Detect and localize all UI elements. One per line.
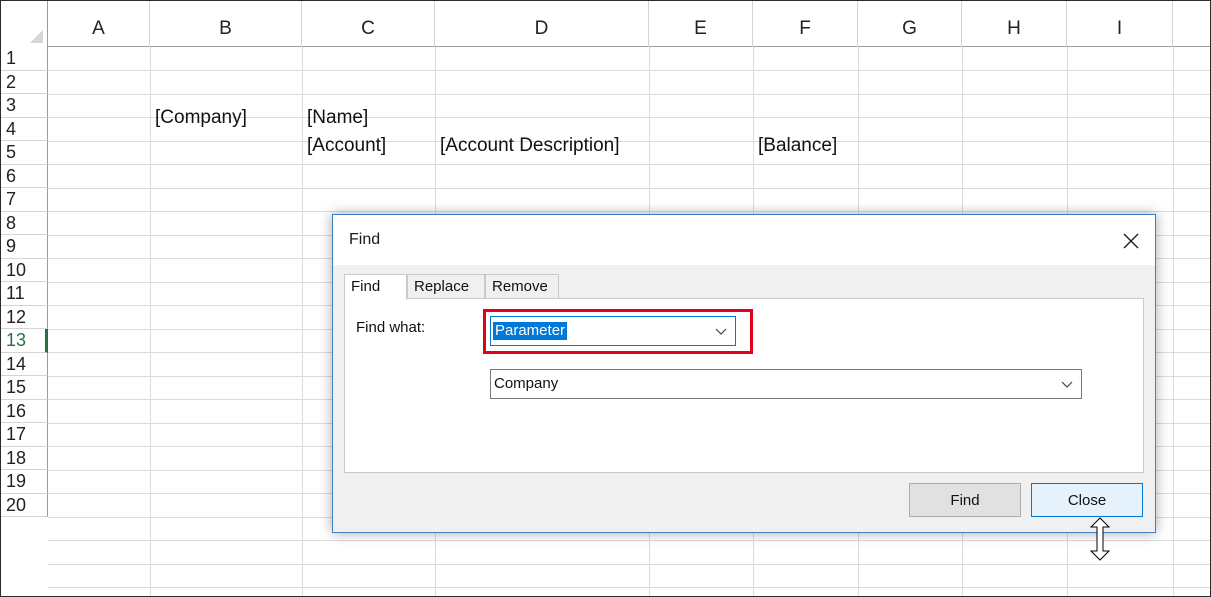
tab-remove[interactable]: Remove (485, 274, 559, 298)
column-header-partial (1173, 1, 1210, 47)
row-header-15[interactable]: 15 (1, 376, 48, 400)
find-dialog[interactable]: Find Find Replace Remove Find what: Para… (332, 214, 1156, 533)
row-header-8[interactable]: 8 (1, 211, 48, 235)
close-button[interactable]: Close (1031, 483, 1143, 517)
column-header-a[interactable]: A (48, 1, 150, 47)
row-header-9[interactable]: 9 (1, 235, 48, 259)
chevron-down-icon[interactable] (1061, 378, 1073, 390)
row-header-10[interactable]: 10 (1, 258, 48, 282)
find-button[interactable]: Find (909, 483, 1021, 517)
row-header-12[interactable]: 12 (1, 305, 48, 329)
cell-c3[interactable]: [Name] (307, 106, 368, 129)
tab-find[interactable]: Find (344, 274, 407, 300)
column-header-b[interactable]: B (150, 1, 302, 47)
chevron-down-icon[interactable] (715, 325, 727, 337)
grid-line (1173, 47, 1174, 596)
row-header-2[interactable]: 2 (1, 70, 48, 94)
grid-line (48, 540, 1210, 541)
column-header-e[interactable]: E (649, 1, 753, 47)
row-header-14[interactable]: 14 (1, 352, 48, 376)
row-header-17[interactable]: 17 (1, 423, 48, 447)
row-header-11[interactable]: 11 (1, 282, 48, 306)
find-tab-panel: Find what: Parameter Company (344, 298, 1144, 473)
grid-line (48, 587, 1210, 588)
dialog-titlebar[interactable]: Find (333, 215, 1155, 265)
grid-line (302, 47, 303, 596)
column-header-row: A B C D E F G H I (1, 1, 1210, 47)
grid-line (48, 563, 1210, 565)
parameter-dropdown[interactable]: Company (490, 369, 1082, 399)
row-header-4[interactable]: 4 (1, 117, 48, 141)
column-header-d[interactable]: D (435, 1, 649, 47)
cell-d4[interactable]: [Account Description] (440, 134, 620, 157)
row-header-13[interactable]: 13 (1, 329, 48, 353)
find-what-label: Find what: (356, 319, 426, 336)
tab-replace[interactable]: Replace (407, 274, 485, 298)
column-header-h[interactable]: H (962, 1, 1067, 47)
row-header-6[interactable]: 6 (1, 164, 48, 188)
row-header-1[interactable]: 1 (1, 47, 48, 71)
cell-c4[interactable]: [Account] (307, 134, 386, 157)
grid-line (48, 164, 1210, 165)
dialog-title: Find (349, 231, 381, 248)
column-header-f[interactable]: F (753, 1, 858, 47)
row-header-7[interactable]: 7 (1, 188, 48, 212)
grid-line (48, 211, 1210, 212)
row-header-16[interactable]: 16 (1, 399, 48, 423)
column-header-i[interactable]: I (1067, 1, 1173, 47)
grid-line (48, 93, 1210, 95)
cell-f4[interactable]: [Balance] (758, 134, 837, 157)
close-icon[interactable] (1115, 225, 1147, 257)
grid-line (48, 140, 1210, 142)
find-what-dropdown[interactable]: Parameter (490, 316, 736, 346)
row-header-20[interactable]: 20 (1, 493, 48, 517)
grid-line (48, 187, 1210, 189)
column-header-c[interactable]: C (302, 1, 435, 47)
row-header-3[interactable]: 3 (1, 94, 48, 118)
find-what-value: Parameter (493, 322, 568, 340)
resize-cursor-icon (1089, 517, 1111, 561)
row-header-5[interactable]: 5 (1, 141, 48, 165)
cell-b3[interactable]: [Company] (155, 106, 247, 129)
grid-line (48, 70, 1210, 71)
select-all-corner[interactable] (1, 1, 48, 47)
column-header-g[interactable]: G (858, 1, 962, 47)
row-header-19[interactable]: 19 (1, 470, 48, 494)
grid-line (150, 47, 151, 596)
parameter-value: Company (494, 375, 559, 392)
screenshot-frame: A B C D E F G H I 1 2 3 4 5 6 7 8 9 10 1… (0, 0, 1211, 597)
row-header-18[interactable]: 18 (1, 446, 48, 470)
